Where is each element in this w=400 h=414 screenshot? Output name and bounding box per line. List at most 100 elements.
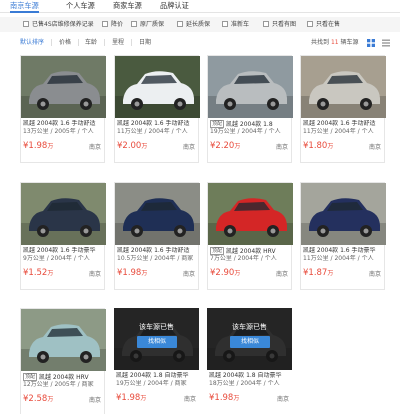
result-count-number: 11 (330, 39, 339, 46)
price-unit: 万 (47, 270, 54, 277)
price-unit: 万 (141, 270, 148, 277)
car-details: 11万公里 / 2004年 / 个人 (303, 128, 374, 135)
car-card[interactable]: 凯越 2004款 1.6 手动豪华 9万公里 / 2004年 / 个人 ¥1.52万… (20, 182, 106, 290)
sort-age[interactable]: 车龄 (85, 37, 97, 48)
car-price: ¥1.98万 (116, 393, 147, 403)
car-price: ¥2.58万 (23, 394, 54, 404)
tab-dealer-source[interactable]: 商家车源 (113, 0, 142, 12)
config-badge: 顶配 (210, 247, 225, 255)
car-city: 南京 (275, 144, 288, 151)
car-card[interactable]: 凯越 2004款 1.6 手动舒适 10.5万公里 / 2004年 / 商家 ¥1.… (114, 182, 200, 290)
filter-bar: 已售4S店维修保养记录 降价 原厂质保 延长质保 准新车 只看有图 只看在售 (0, 17, 400, 32)
sold-overlay: 该车源已售 找相似 (114, 308, 199, 370)
checkbox[interactable] (131, 21, 137, 27)
car-title[interactable]: 凯越 2004款 1.8 自动豪华 (116, 372, 198, 380)
car-photo[interactable] (115, 56, 200, 118)
car-details: 11万公里 / 2004年 / 个人 (117, 128, 188, 135)
car-title[interactable]: 凯越 2004款 1.6 手动舒适 (23, 120, 105, 128)
car-photo[interactable] (21, 56, 106, 118)
sold-label: 该车源已售 (139, 323, 174, 331)
sort-price[interactable]: 价格 (59, 37, 71, 48)
checkbox[interactable] (222, 21, 228, 27)
car-photo[interactable] (21, 183, 106, 245)
car-price: ¥1.52万 (23, 268, 54, 278)
checkbox[interactable] (23, 21, 29, 27)
checkbox[interactable] (263, 21, 269, 27)
tab-nanjing-source[interactable]: 南京车源 (10, 0, 39, 13)
checkbox[interactable] (307, 21, 313, 27)
list-view-icon[interactable] (382, 39, 390, 47)
grid-view-icon[interactable] (367, 39, 375, 47)
car-photo[interactable] (208, 183, 293, 245)
car-title[interactable]: 凯越 2004款 1.8 自动豪华 (209, 372, 291, 380)
car-details: 10.5万公里 / 2004年 / 商家 (117, 255, 194, 262)
car-details: 13万公里 / 2005年 / 个人 (23, 128, 94, 135)
price-unit: 万 (234, 143, 241, 150)
car-card[interactable]: 凯越 2004款 1.6 手动舒适 13万公里 / 2005年 / 个人 ¥1.98… (20, 55, 106, 163)
car-card[interactable]: 该车源已售 找相似 凯越 2004款 1.8 自动豪华 19万公里 / 2004年 /… (114, 308, 199, 414)
sold-overlay: 该车源已售 找相似 (207, 308, 292, 370)
sort-date[interactable]: 日期 (139, 37, 151, 48)
config-badge: 顶配 (210, 120, 225, 128)
car-photo[interactable] (115, 183, 200, 245)
car-price: ¥1.98万 (209, 393, 240, 403)
divider (104, 39, 105, 46)
car-details: 11万公里 / 2004年 / 个人 (303, 255, 374, 262)
car-city: 南京 (88, 397, 101, 404)
car-city: 南京 (368, 271, 381, 278)
price-unit: 万 (234, 270, 241, 277)
car-title[interactable]: 凯越 2004款 1.6 手动舒适 (117, 247, 199, 255)
car-details: 18万公里 / 2004年 / 个人 (209, 380, 280, 387)
result-count-prefix: 共找到 (311, 39, 330, 46)
car-photo[interactable] (301, 183, 386, 245)
car-card[interactable]: 顶配 凯越 2004款 HRV 7万公里 / 2004年 / 个人 ¥2.90万 南京 (207, 182, 293, 290)
car-card[interactable]: 凯越 2004款 1.6 手动豪华 11万公里 / 2004年 / 个人 ¥1.87… (300, 182, 386, 290)
price-unit: 万 (327, 143, 334, 150)
car-city: 南京 (368, 144, 381, 151)
car-card[interactable]: 凯越 2004款 1.6 手动舒适 11万公里 / 2004年 / 个人 ¥1.80… (300, 55, 386, 163)
tab-brand-certified[interactable]: 品牌认证 (160, 0, 189, 12)
divider (51, 39, 52, 46)
find-similar-button[interactable]: 找相似 (230, 336, 270, 348)
divider (78, 39, 79, 46)
filter-label: 原厂质保 (140, 21, 165, 28)
find-similar-button[interactable]: 找相似 (137, 336, 177, 348)
car-city: 南京 (183, 396, 196, 403)
car-price: ¥1.98万 (117, 268, 148, 278)
car-price: ¥2.20万 (210, 141, 241, 151)
car-photo[interactable] (301, 56, 386, 118)
tab-personal-source[interactable]: 个人车源 (66, 0, 95, 12)
filter-label: 已售4S店维修保养记录 (32, 21, 94, 28)
car-details: 7万公里 / 2004年 / 个人 (210, 255, 277, 262)
filter-label: 准新车 (231, 21, 250, 28)
car-city: 南京 (182, 271, 195, 278)
price-unit: 万 (233, 395, 240, 402)
car-photo[interactable] (208, 56, 293, 118)
car-card[interactable]: 凯越 2004款 1.6 手动舒适 11万公里 / 2004年 / 个人 ¥2.00… (114, 55, 200, 163)
car-card[interactable]: 顶配 凯越 2004款 HRV 12万公里 / 2005年 / 商家 ¥2.58万 南京 (20, 308, 106, 414)
result-count-suffix: 辆车源 (340, 39, 359, 46)
car-title[interactable]: 凯越 2004款 1.6 手动豪华 (303, 247, 385, 255)
result-count: 共找到 11 辆车源 (311, 37, 359, 48)
car-price: ¥2.90万 (210, 268, 241, 278)
car-title[interactable]: 凯越 2004款 1.6 手动舒适 (303, 120, 385, 128)
car-title[interactable]: 凯越 2004款 1.6 手动舒适 (117, 120, 199, 128)
checkbox[interactable] (102, 21, 108, 27)
sort-mileage[interactable]: 里程 (112, 37, 124, 48)
car-card[interactable]: 顶配 凯越 2004款 1.8 19万公里 / 2004年 / 个人 ¥2.20万 南京 (207, 55, 293, 163)
price-unit: 万 (47, 143, 54, 150)
car-title[interactable]: 凯越 2004款 1.6 手动豪华 (23, 247, 105, 255)
price-unit: 万 (327, 270, 334, 277)
sort-bar: 默认排序 价格 车龄 里程 日期 共找到 11 辆车源 (0, 37, 400, 49)
car-details: 9万公里 / 2004年 / 个人 (23, 255, 90, 262)
checkbox[interactable] (177, 21, 183, 27)
source-tabs: 南京车源 个人车源 商家车源 品牌认证 (0, 0, 400, 13)
car-card[interactable]: 该车源已售 找相似凯越 2004款 1.8 自动豪华 18万公里 / 2004年 /… (207, 308, 292, 414)
car-photo[interactable] (21, 309, 106, 371)
sort-default[interactable]: 默认排序 (20, 37, 44, 48)
car-details: 12万公里 / 2005年 / 商家 (23, 381, 94, 388)
car-city: 南京 (88, 271, 101, 278)
filter-label: 只看在售 (316, 21, 341, 28)
config-badge: 顶配 (23, 373, 38, 381)
car-city: 南京 (276, 396, 289, 403)
